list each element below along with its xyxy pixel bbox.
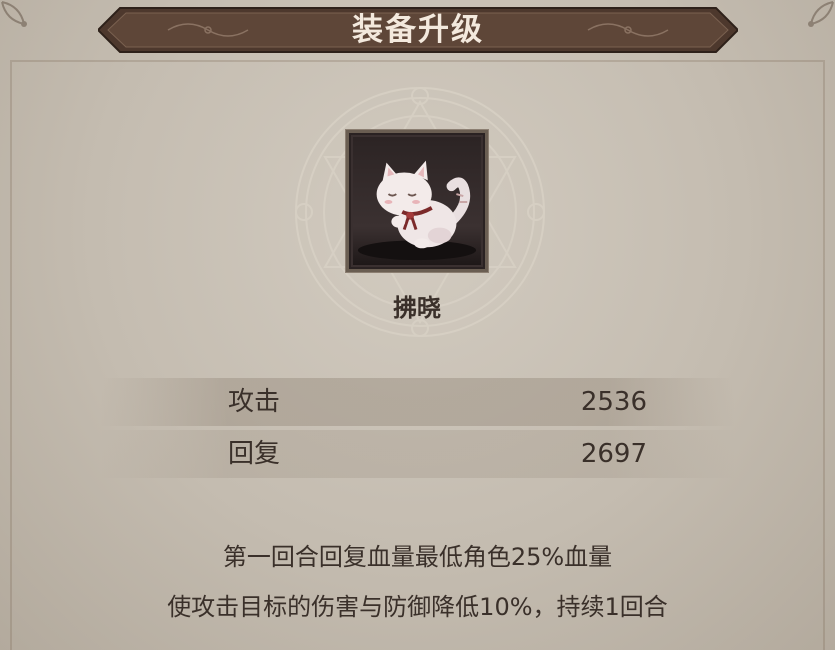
stat-label: 攻击	[228, 387, 281, 417]
item-slot[interactable]	[346, 130, 488, 272]
stat-row-recovery: 回复 2697	[100, 430, 735, 478]
stat-label: 回复	[228, 439, 281, 469]
skill-description-line: 使攻击目标的伤害与防御降低10%，持续1回合	[167, 593, 668, 621]
stat-value: 2697	[580, 439, 647, 469]
page-title: 装备升级	[352, 12, 484, 48]
corner-ornament-icon	[795, 0, 835, 40]
corner-ornament-icon	[0, 0, 40, 40]
stat-value: 2536	[580, 387, 647, 417]
title-banner: 装备升级	[98, 4, 738, 56]
item-name: 拂晓	[393, 294, 441, 322]
white-cat-icon	[353, 137, 481, 265]
stat-row-attack: 攻击 2536	[100, 378, 735, 426]
skill-description-line: 第一回合回复血量最低角色25%血量	[222, 543, 613, 571]
equipment-upgrade-panel: 装备升级 拂晓 攻击 2536 回复 2697 第一回合回复血量最低角色25%血…	[0, 0, 835, 650]
